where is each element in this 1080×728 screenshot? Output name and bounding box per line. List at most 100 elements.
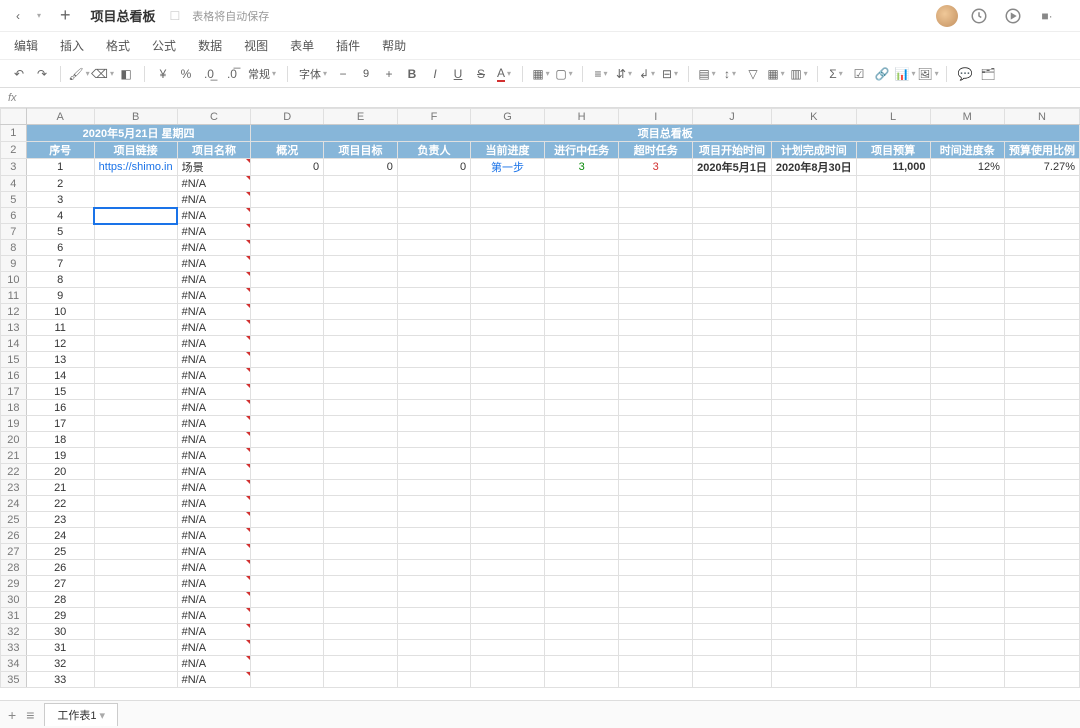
cell-K8[interactable] <box>771 240 856 256</box>
cell-F24[interactable] <box>397 496 470 512</box>
cell-G23[interactable] <box>471 480 545 496</box>
cell-L7[interactable] <box>856 224 930 240</box>
cell-F35[interactable] <box>397 672 470 688</box>
cell-M20[interactable] <box>930 432 1004 448</box>
cell-E19[interactable] <box>324 416 398 432</box>
font-size-increase[interactable]: + <box>378 63 400 85</box>
row-header-16[interactable]: 16 <box>1 368 27 384</box>
col-header-A[interactable]: A <box>26 109 94 125</box>
cell-J34[interactable] <box>693 656 772 672</box>
paint-format-button[interactable]: 🖌 <box>68 63 90 85</box>
cell-F17[interactable] <box>397 384 470 400</box>
cell-F14[interactable] <box>397 336 470 352</box>
cell-E24[interactable] <box>324 496 398 512</box>
cell-K24[interactable] <box>771 496 856 512</box>
cell-N35[interactable] <box>1004 672 1079 688</box>
text-color-button[interactable]: A <box>493 63 515 85</box>
cell-C34[interactable]: #N/A <box>177 656 251 672</box>
cell-J17[interactable] <box>693 384 772 400</box>
cell-D14[interactable] <box>251 336 324 352</box>
cell-M30[interactable] <box>930 592 1004 608</box>
cell-N29[interactable] <box>1004 576 1079 592</box>
cell-N10[interactable] <box>1004 272 1079 288</box>
cell-J27[interactable] <box>693 544 772 560</box>
user-avatar[interactable] <box>936 5 958 27</box>
cell-B10[interactable] <box>94 272 177 288</box>
cell-B20[interactable] <box>94 432 177 448</box>
cell-C13[interactable]: #N/A <box>177 320 251 336</box>
cell-N16[interactable] <box>1004 368 1079 384</box>
cell-F22[interactable] <box>397 464 470 480</box>
cell-I23[interactable] <box>619 480 693 496</box>
cell-F15[interactable] <box>397 352 470 368</box>
cell-A4[interactable]: 2 <box>26 176 94 192</box>
cell-B3[interactable]: https://shimo.in <box>94 159 177 176</box>
cell-K33[interactable] <box>771 640 856 656</box>
col-header-H[interactable]: H <box>544 109 618 125</box>
cell-B5[interactable] <box>94 192 177 208</box>
cell-F16[interactable] <box>397 368 470 384</box>
cell-A7[interactable]: 5 <box>26 224 94 240</box>
cell-L20[interactable] <box>856 432 930 448</box>
decimal-increase-button[interactable]: .0̅ <box>221 63 243 85</box>
cell-K27[interactable] <box>771 544 856 560</box>
cell-K12[interactable] <box>771 304 856 320</box>
cell-N3[interactable]: 7.27% <box>1004 159 1079 176</box>
cell-D13[interactable] <box>251 320 324 336</box>
cell-A19[interactable]: 17 <box>26 416 94 432</box>
cell-M16[interactable] <box>930 368 1004 384</box>
cell-G9[interactable] <box>471 256 545 272</box>
cell-I22[interactable] <box>619 464 693 480</box>
cell-G35[interactable] <box>471 672 545 688</box>
cell-H34[interactable] <box>544 656 618 672</box>
cell-J26[interactable] <box>693 528 772 544</box>
cell-A28[interactable]: 26 <box>26 560 94 576</box>
cell-A34[interactable]: 32 <box>26 656 94 672</box>
row-header-15[interactable]: 15 <box>1 352 27 368</box>
cell-B12[interactable] <box>94 304 177 320</box>
percent-button[interactable]: % <box>175 63 197 85</box>
cell-N19[interactable] <box>1004 416 1079 432</box>
cell-I20[interactable] <box>619 432 693 448</box>
cell-C6[interactable]: #N/A <box>177 208 251 224</box>
cell-L21[interactable] <box>856 448 930 464</box>
currency-button[interactable]: ¥ <box>152 63 174 85</box>
cell-J7[interactable] <box>693 224 772 240</box>
cell-F3[interactable]: 0 <box>397 159 470 176</box>
cell-N25[interactable] <box>1004 512 1079 528</box>
cell-C23[interactable]: #N/A <box>177 480 251 496</box>
cell-J31[interactable] <box>693 608 772 624</box>
cell-D22[interactable] <box>251 464 324 480</box>
row-header-28[interactable]: 28 <box>1 560 27 576</box>
cell-M14[interactable] <box>930 336 1004 352</box>
cell-M21[interactable] <box>930 448 1004 464</box>
cell-fill-button[interactable]: ▦ <box>530 63 552 85</box>
cell-B13[interactable] <box>94 320 177 336</box>
cell-N31[interactable] <box>1004 608 1079 624</box>
col-header-E[interactable]: E <box>324 109 398 125</box>
cell-G32[interactable] <box>471 624 545 640</box>
cell-A20[interactable]: 18 <box>26 432 94 448</box>
cell-A16[interactable]: 14 <box>26 368 94 384</box>
cell-L16[interactable] <box>856 368 930 384</box>
cell-C5[interactable]: #N/A <box>177 192 251 208</box>
cell-C19[interactable]: #N/A <box>177 416 251 432</box>
cell-M22[interactable] <box>930 464 1004 480</box>
cell-C14[interactable]: #N/A <box>177 336 251 352</box>
cell-I24[interactable] <box>619 496 693 512</box>
cell-A12[interactable]: 10 <box>26 304 94 320</box>
cell-E35[interactable] <box>324 672 398 688</box>
cell-I21[interactable] <box>619 448 693 464</box>
cell-L29[interactable] <box>856 576 930 592</box>
cell-B18[interactable] <box>94 400 177 416</box>
align-v-button[interactable]: ⇵ <box>613 63 635 85</box>
cell-I35[interactable] <box>619 672 693 688</box>
cell-J29[interactable] <box>693 576 772 592</box>
cell-B8[interactable] <box>94 240 177 256</box>
decimal-decrease-button[interactable]: .0̲ <box>198 63 220 85</box>
row-header-12[interactable]: 12 <box>1 304 27 320</box>
cell-L31[interactable] <box>856 608 930 624</box>
cell-K18[interactable] <box>771 400 856 416</box>
cell-D28[interactable] <box>251 560 324 576</box>
cell-L28[interactable] <box>856 560 930 576</box>
